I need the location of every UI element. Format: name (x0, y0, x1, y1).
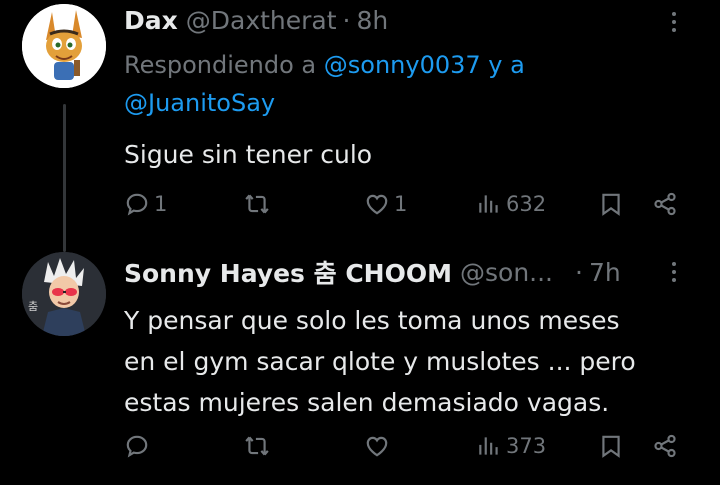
separator-dot: · (575, 257, 583, 287)
tweet-text-line: en el gym sacar qlote y muslotes ... per… (124, 347, 636, 376)
more-icon[interactable] (662, 10, 686, 34)
reply-button[interactable] (124, 428, 154, 464)
tweet-content: Dax @Daxtherat · 8h Respondiendo a @sonn… (124, 4, 696, 175)
bookmark-icon (602, 193, 620, 216)
timestamp[interactable]: 7h (589, 258, 621, 287)
share-button[interactable] (652, 186, 678, 222)
tweet-text-line: estas mujeres salen demasiado vagas. (124, 388, 610, 417)
retweet-button[interactable] (244, 428, 274, 464)
views-button[interactable]: 373 (476, 428, 546, 464)
author-name[interactable]: Sonny Hayes 춤 CHOOM (124, 254, 452, 290)
share-icon (654, 192, 676, 216)
author-handle[interactable]: @son... (460, 258, 553, 287)
more-icon[interactable] (662, 260, 686, 284)
bookmark-icon (602, 435, 620, 458)
views-icon (479, 195, 498, 213)
action-bar: 1 1 632 (124, 186, 720, 222)
views-icon (479, 437, 498, 455)
svg-text:춤: 춤 (28, 300, 38, 313)
retweet-icon (245, 436, 269, 456)
like-icon (366, 194, 388, 215)
reply-button[interactable]: 1 (124, 186, 167, 222)
like-button[interactable] (364, 428, 394, 464)
tweet-text: Sigue sin tener culo (124, 140, 373, 169)
timestamp[interactable]: 8h (357, 6, 389, 35)
tweet-content: Sonny Hayes 춤 CHOOM @son... · 7h Y pensa… (124, 256, 696, 423)
reply-icon (126, 193, 148, 216)
author-handle[interactable]: @Daxtherat (186, 6, 337, 35)
tweet-text-line: Y pensar que solo les toma unos meses (124, 306, 620, 335)
like-count: 1 (394, 192, 408, 216)
separator-dot: · (342, 5, 351, 35)
replying-prefix: Respondiendo a (124, 51, 324, 79)
reply-icon (126, 435, 148, 458)
reply-count: 1 (154, 192, 168, 216)
replying-to: Respondiendo a @sonny0037 y a @JuanitoSay (124, 46, 696, 122)
author-name[interactable]: Dax (124, 6, 178, 35)
retweet-button[interactable] (244, 186, 274, 222)
tweet-header: Dax @Daxtherat · 8h (124, 4, 696, 36)
bookmark-button[interactable] (598, 428, 624, 464)
bookmark-button[interactable] (598, 186, 624, 222)
action-bar: 373 (124, 428, 720, 464)
views-button[interactable]: 632 (476, 186, 546, 222)
views-count: 373 (506, 434, 547, 458)
mention-join: y a (480, 51, 525, 79)
tweet-text: Y pensar que solo les toma unos meses en… (124, 300, 696, 423)
share-icon (654, 434, 676, 458)
avatar[interactable] (22, 4, 106, 88)
like-icon (366, 436, 388, 457)
tweet-dax[interactable]: Dax @Daxtherat · 8h Respondiendo a @sonn… (0, 0, 720, 236)
tweet-sonny[interactable]: 춤 Sonny Hayes 춤 CHOOM @son... · 7h Y pen… (0, 236, 720, 485)
share-button[interactable] (652, 428, 678, 464)
mention-link[interactable]: @JuanitoSay (124, 89, 275, 117)
views-count: 632 (506, 192, 547, 216)
like-button[interactable]: 1 (364, 186, 407, 222)
tweet-header: Sonny Hayes 춤 CHOOM @son... · 7h (124, 254, 696, 290)
mention-link[interactable]: @sonny0037 (324, 51, 481, 79)
avatar[interactable]: 춤 (22, 252, 106, 336)
retweet-icon (245, 194, 269, 214)
